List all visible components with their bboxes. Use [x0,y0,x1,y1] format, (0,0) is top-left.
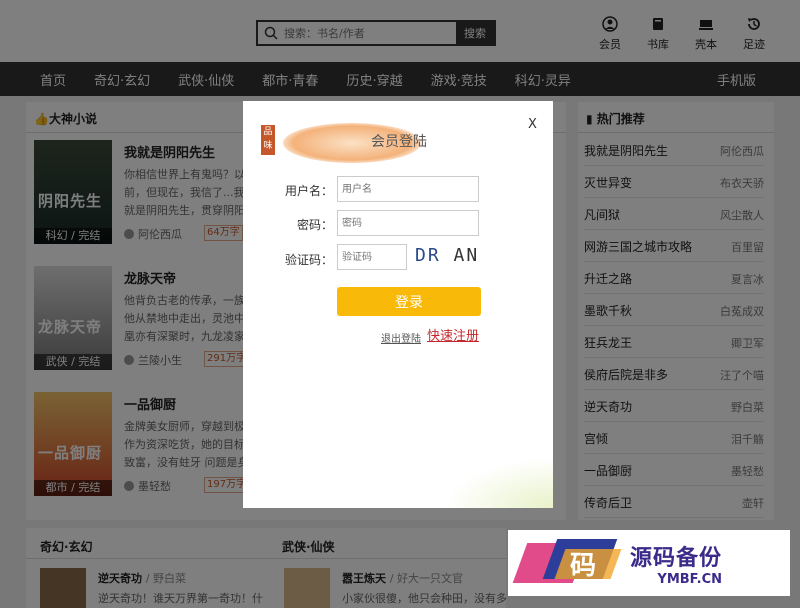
captcha-field[interactable] [337,244,407,270]
modal-title: 会员登陆 [371,134,427,150]
watermark-logo: 码 [512,535,624,591]
username-label: 用户名： [284,184,333,198]
register-link[interactable]: 快速注册 [427,325,479,344]
username-field[interactable] [337,176,479,202]
decoration [443,458,553,508]
brand-seal: 品味 [261,125,275,155]
logout-link[interactable]: 退出登陆 [381,330,421,345]
watermark: 码 源码备份 YMBF.CN [508,530,790,596]
password-label: 密码： [296,218,333,232]
close-icon[interactable]: X [528,117,537,132]
captcha-label: 验证码： [284,253,333,267]
captcha-image[interactable]: DR AN [415,245,479,266]
password-field[interactable] [337,210,479,236]
login-modal: 品味 会员登陆 X 用户名： 密码： 验证码： DR AN 登录 退出登陆 快速… [243,101,553,508]
modal-header: 品味 会员登陆 [257,107,437,163]
watermark-title: 源码备份 [630,545,723,571]
watermark-domain: YMBF.CN [657,571,723,587]
login-button[interactable]: 登录 [337,287,481,316]
